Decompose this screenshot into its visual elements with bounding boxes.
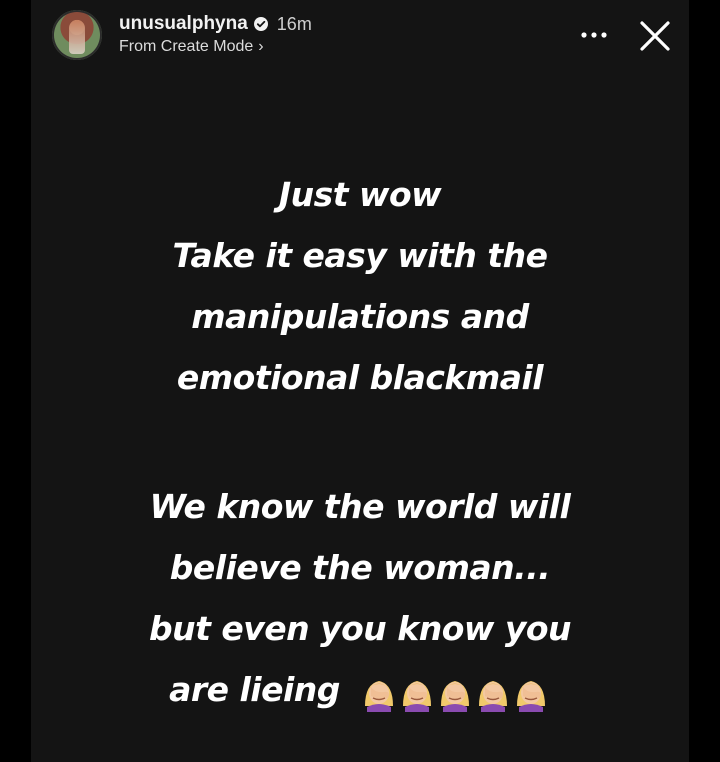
story-text-line-last: are lieing (31, 659, 689, 722)
chevron-right-icon: › (258, 38, 264, 55)
story-text-line: Just wow (278, 175, 442, 214)
facepalm-icon (516, 680, 545, 712)
facepalm-icon (478, 680, 507, 712)
more-options-icon[interactable] (580, 30, 608, 40)
story-text-line: We know the world will (149, 487, 571, 526)
story-text-line: believe the woman... (169, 548, 551, 587)
post-time: 16m (276, 13, 312, 34)
story-header: unusualphyna 16m From Create Mode › (52, 9, 682, 65)
close-icon[interactable] (636, 17, 674, 55)
verified-badge-icon (253, 17, 268, 31)
story-text-line: emotional blackmail (176, 358, 544, 397)
facepalm-emoji-row (361, 661, 551, 722)
story-text-line: Take it easy with the (172, 236, 548, 275)
create-mode-label: From Create Mode (119, 38, 254, 55)
avatar-photo (69, 20, 85, 54)
story-text-line: manipulations and (191, 297, 529, 336)
facepalm-icon (440, 680, 469, 712)
facepalm-icon (402, 680, 431, 712)
story-text-paragraph-1: Just wow Take it easy with the manipulat… (31, 164, 689, 408)
story-text-line: but even you know you (148, 609, 572, 648)
create-mode-link[interactable]: From Create Mode › (119, 38, 264, 56)
profile-avatar[interactable] (52, 10, 102, 60)
facepalm-icon (364, 680, 393, 712)
user-row: unusualphyna 16m (119, 12, 312, 36)
story-text-paragraph-2: We know the world will believe the woman… (31, 476, 689, 722)
story-text-last-words: are lieing (169, 670, 340, 709)
username[interactable]: unusualphyna (119, 13, 248, 35)
